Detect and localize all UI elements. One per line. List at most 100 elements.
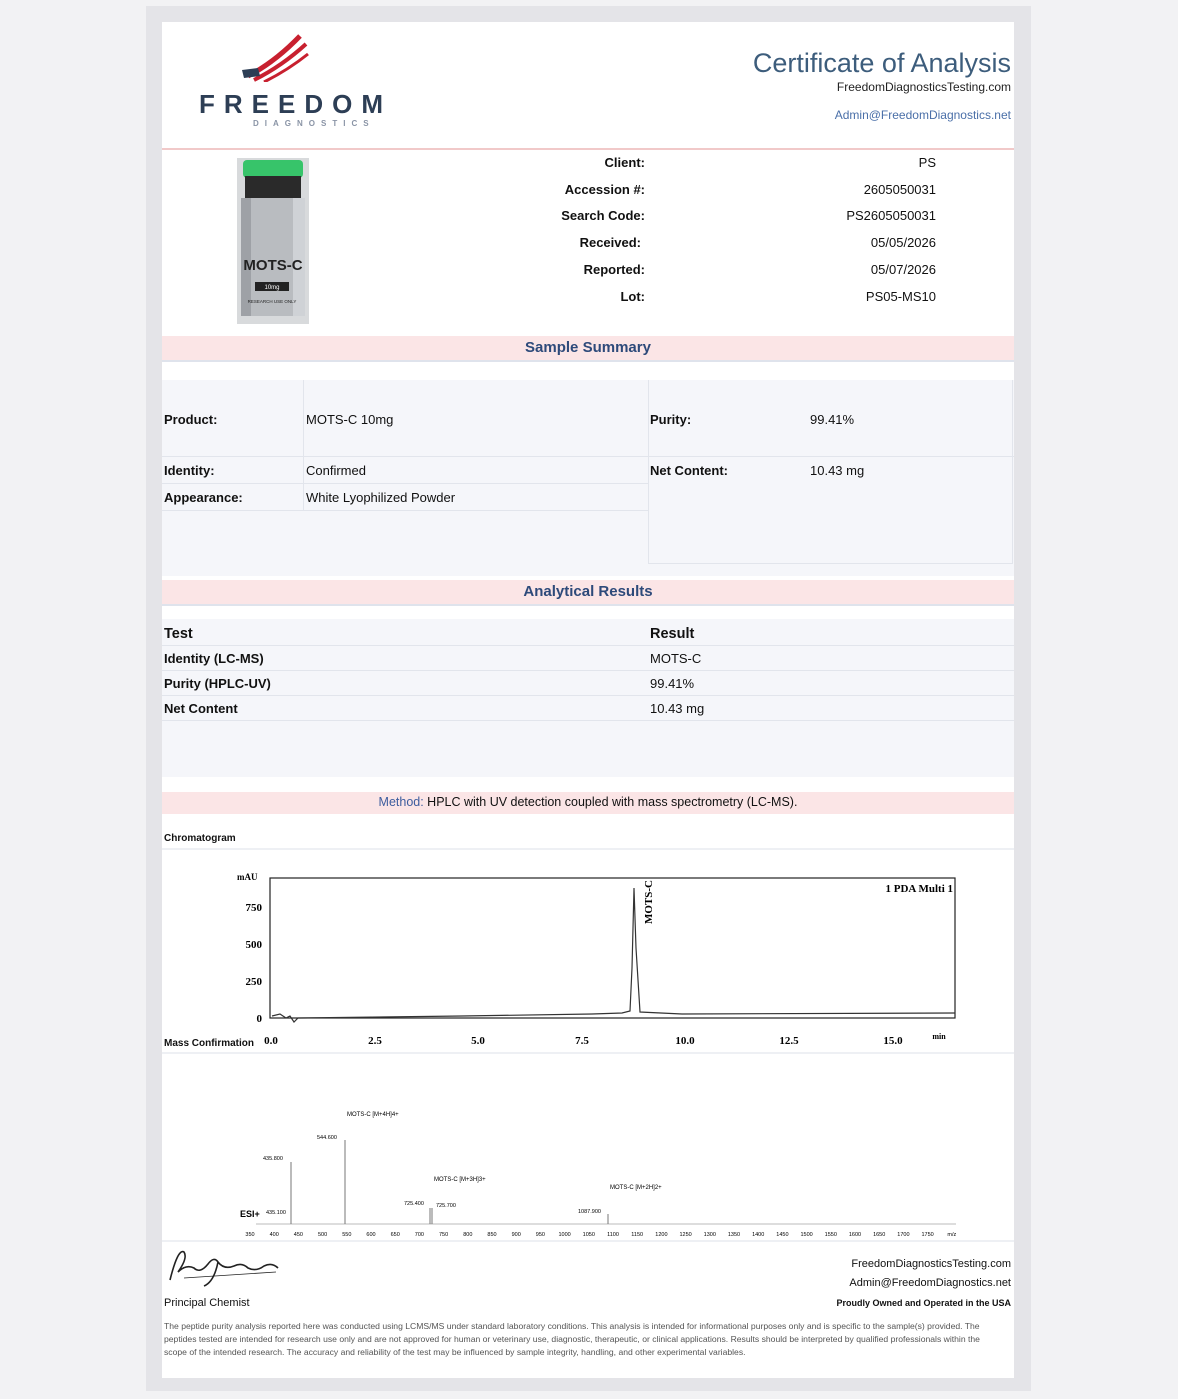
x-tick-label: 5.0 (471, 1035, 485, 1047)
received-value: 05/05/2026 (870, 235, 936, 250)
lot-label: Lot: (620, 289, 645, 304)
mz-tick-label: 500 (318, 1232, 327, 1238)
test-column-header: Test (164, 626, 193, 642)
analytical-results-header: Analytical Results (162, 580, 1014, 606)
mz-tick-label: 1650 (873, 1232, 885, 1238)
disclaimer-text: The peptide purity analysis reported her… (164, 1321, 980, 1357)
sample-summary-header: Sample Summary (162, 336, 1014, 362)
mz-tick-label: 900 (512, 1232, 521, 1238)
identity-label: Identity: (164, 463, 215, 478)
search-code-value: PS2605050031 (846, 208, 936, 223)
mz-tick-label: 850 (487, 1232, 496, 1238)
method-banner: Method: HPLC with UV detection coupled w… (162, 792, 1014, 814)
chemist-signature (169, 1250, 279, 1287)
lot-value: PS05-MS10 (865, 289, 936, 304)
ionization-mode: ESI+ (240, 1209, 260, 1219)
chromatogram-legend: 1 PDA Multi 1 (885, 883, 953, 895)
y-tick-label: 250 (246, 976, 263, 988)
chromatogram-x-unit: min (932, 1032, 946, 1041)
net-content-value: 10.43 mg (810, 463, 865, 478)
peak-mz-label: 725.400 (404, 1201, 424, 1207)
accession-label: Accession #: (564, 182, 645, 197)
x-tick-label: 2.5 (368, 1035, 382, 1047)
peak-mz-label: 1087.900 (578, 1209, 601, 1215)
mz-tick-label: 1350 (728, 1232, 740, 1238)
mz-tick-label: 1150 (631, 1232, 643, 1238)
mz-tick-label: 750 (439, 1232, 448, 1238)
method-label: Method: (378, 795, 424, 809)
mz-tick-label: 1250 (679, 1232, 691, 1238)
header-email: Admin@FreedomDiagnostics.net (834, 108, 1011, 122)
chromatogram-trace (271, 887, 956, 1023)
mz-tick-label: 1450 (776, 1232, 788, 1238)
mz-tick-label: 450 (294, 1232, 303, 1238)
search-code-label: Search Code: (561, 208, 645, 223)
peak-ion-label: MOTS-C [M+3H]3+ (434, 1177, 486, 1183)
purity-label: Purity: (650, 412, 692, 427)
mz-tick-label: 650 (391, 1232, 400, 1238)
mz-tick-label: 1200 (655, 1232, 667, 1238)
table-row-test: Purity (HPLC-UV) (164, 676, 271, 691)
y-tick-label: 750 (246, 902, 263, 914)
reported-value: 05/07/2026 (870, 262, 936, 277)
mz-tick-label: 1550 (825, 1232, 837, 1238)
chromatogram-chart: mAU 1 PDA Multi 1 750 500 250 00.0 2.5 5.0 7.5 10… (237, 872, 956, 1047)
mz-tick-label: 400 (270, 1232, 279, 1238)
sample-summary-table (162, 380, 1014, 576)
chemist-role: Principal Chemist (164, 1297, 250, 1309)
certificate-page: FREEDOM DIAGNOSTICS Certificate of Analy… (162, 22, 1014, 1378)
mz-tick-label: 1400 (752, 1232, 764, 1238)
peak-mz-label: 435.800 (263, 1156, 283, 1162)
mz-tick-label: 1700 (897, 1232, 909, 1238)
method-text: HPLC with UV detection coupled with mass… (423, 795, 798, 809)
mz-tick-label: 1750 (921, 1232, 933, 1238)
table-row-result: 10.43 mg (650, 701, 705, 716)
peak-mz-label: 435.100 (266, 1210, 286, 1216)
table-row-test: Identity (LC-MS) (164, 651, 264, 666)
x-tick-label: 15.0 (883, 1035, 903, 1047)
logo-subtitle: DIAGNOSTICS (253, 119, 375, 128)
peak-ion-label: MOTS-C [M+2H]2+ (610, 1185, 662, 1191)
mz-tick-label: 1300 (704, 1232, 716, 1238)
mz-tick-label: 350 (245, 1232, 254, 1238)
mz-tick-label: 700 (415, 1232, 424, 1238)
vial-label: MOTS-C (243, 257, 302, 274)
net-content-label: Net Content: (650, 463, 728, 478)
accession-value: 2605050031 (863, 182, 936, 197)
peak-label: MOTS-C (643, 880, 655, 924)
identity-value: Confirmed (306, 463, 366, 478)
product-value: MOTS-C 10mg (306, 412, 394, 427)
peak-mz-label: 725.700 (436, 1203, 456, 1209)
vial-dose: 10mg (264, 285, 279, 291)
result-column-header: Result (650, 626, 695, 642)
product-vial-image: MOTS-C 10mg RESEARCH USE ONLY (237, 158, 309, 324)
logo-wordmark: FREEDOM (199, 89, 392, 119)
sample-summary-title: Sample Summary (525, 339, 651, 356)
x-tick-label: 10.0 (675, 1035, 695, 1047)
chromatogram-y-unit: mAU (237, 872, 258, 882)
table-row-result: MOTS-C (650, 651, 702, 666)
mass-section-label: Mass Confirmation (164, 1038, 255, 1049)
x-tick-label: 12.5 (779, 1035, 799, 1047)
mz-tick-label: 1100 (607, 1232, 619, 1238)
header-divider (162, 148, 1014, 150)
peak-mz-label: 544.600 (317, 1135, 337, 1141)
client-value: PS (918, 155, 936, 170)
received-label: Received: (579, 235, 641, 250)
chromatogram-frame (269, 877, 956, 1019)
y-tick-label: 0 (257, 1013, 263, 1025)
client-label: Client: (604, 155, 645, 170)
chromatogram-section-label: Chromatogram (164, 833, 236, 844)
footer-tagline: Proudly Owned and Operated in the USA (836, 1298, 1011, 1308)
footer-website: FreedomDiagnosticsTesting.com (851, 1258, 1011, 1270)
mz-tick-label: 600 (366, 1232, 375, 1238)
table-row-result: 99.41% (650, 676, 695, 691)
flag-swoosh-logo-icon (242, 34, 309, 82)
header-website: FreedomDiagnosticsTesting.com (836, 80, 1011, 94)
mz-tick-label: 950 (536, 1232, 545, 1238)
x-tick-label: 7.5 (575, 1035, 589, 1047)
x-tick-label: 0.0 (264, 1035, 278, 1047)
peak-ion-label: MOTS-C [M+4H]4+ (347, 1112, 399, 1118)
mz-tick-label: 1600 (849, 1232, 861, 1238)
table-row-test: Net Content (164, 701, 238, 716)
